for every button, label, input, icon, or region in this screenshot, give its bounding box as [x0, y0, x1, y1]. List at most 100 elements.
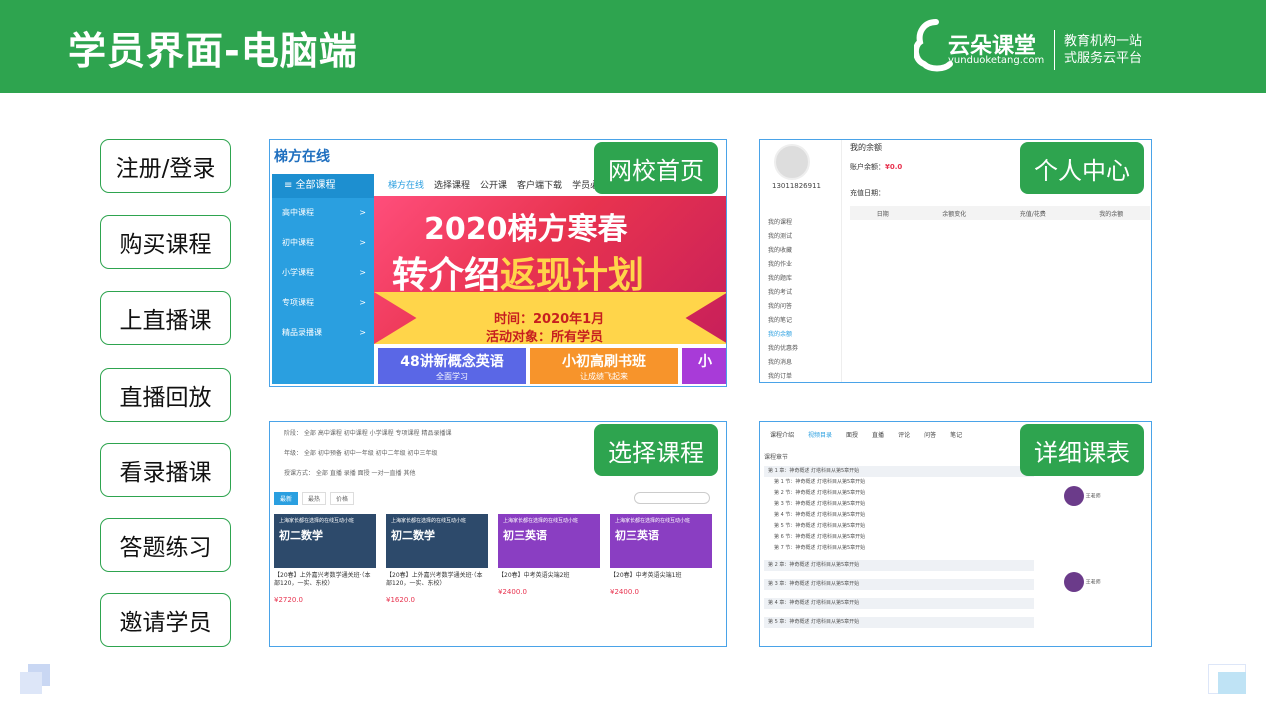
search-input[interactable]	[634, 492, 710, 504]
header-bar: 学员界面-电脑端 云朵课堂 yunduoketang.com 教育机构一站 式服…	[0, 0, 1266, 93]
schedule-tab[interactable]: 笔记	[950, 430, 962, 439]
menu-item[interactable]: 我的问答	[768, 300, 798, 314]
select-screenshot: 阶段： 全部 高中课程 初中课程 小学课程 专项课程 精品录播课 年级： 全部 …	[269, 421, 727, 647]
lesson-row[interactable]: 第 2 节：神奇概述 灯塔科目从第5章开始	[764, 488, 1034, 499]
tag-home: 网校首页	[594, 142, 718, 194]
nav-register-login[interactable]: 注册/登录	[100, 139, 231, 193]
menu-item[interactable]: 我的收藏	[768, 244, 798, 258]
tag-personal: 个人中心	[1020, 142, 1144, 194]
user-phone: 13011826911	[772, 182, 821, 190]
top-nav-item[interactable]: 选择课程	[434, 178, 470, 191]
top-nav-item[interactable]: 客户端下载	[517, 178, 562, 191]
promo-card[interactable]: 48讲新概念英语 全面学习	[378, 348, 526, 384]
lesson-row[interactable]: 第 7 节：神奇概述 灯塔科目从第5章开始	[764, 543, 1034, 554]
filter-mode[interactable]: 授课方式： 全部 直播 录播 面授 一对一直播 其他	[284, 468, 415, 477]
chapter-row[interactable]: 第 4 章：神奇概述 灯塔科目从第5章开始	[764, 598, 1034, 609]
sort-tab[interactable]: 价格	[330, 492, 355, 505]
home-banner[interactable]: 2020梯方寒春 转介绍返现计划 时间：2020年1月 活动对象：所有学员	[374, 196, 726, 345]
brand-slogan: 教育机构一站 式服务云平台	[1064, 34, 1143, 66]
schedule-tab[interactable]: 评论	[898, 430, 910, 439]
promo-card[interactable]: 小	[682, 348, 726, 384]
schedule-tab[interactable]: 直播	[872, 430, 884, 439]
teacher-card: 王老师	[1064, 572, 1150, 592]
course-card[interactable]: 上海家长都在选择的在线互动小班 初三英语 【20春】中考英语尖端1班 ¥2400.0	[610, 514, 712, 614]
top-nav-item[interactable]: 梯方在线	[388, 178, 424, 191]
corner-decoration-icon	[20, 664, 50, 694]
sidebar-item-primary[interactable]: 小学课程	[272, 258, 374, 288]
course-card[interactable]: 上海家长都在选择的在线互动小班 初三英语 【20春】中考英语尖端2班 ¥2400.0	[498, 514, 600, 614]
sort-tabs: 最新 最热 价格	[274, 492, 355, 505]
sidebar-item-middle[interactable]: 初中课程	[272, 228, 374, 258]
chapter-row[interactable]: 第 5 章：神奇概述 灯塔科目从第5章开始	[764, 617, 1034, 628]
menu-item[interactable]: 我的作业	[768, 258, 798, 272]
brand-logo: 云朵课堂 yunduoketang.com 教育机构一站 式服务云平台	[914, 14, 1154, 76]
tag-schedule: 详细课表	[1020, 424, 1144, 476]
home-sidebar-head[interactable]: ≡ 全部课程	[272, 174, 374, 198]
corner-decoration-icon	[1208, 664, 1246, 694]
personal-screenshot: 13011826911 我的课程 我的测试 我的收藏 我的作业 我的题库 我的考…	[759, 139, 1152, 383]
brand-url: yunduoketang.com	[948, 55, 1045, 66]
avatar	[774, 144, 810, 180]
menu-item-active[interactable]: 我的余额	[768, 328, 798, 342]
lesson-row[interactable]: 第 5 节：神奇概述 灯塔科目从第5章开始	[764, 521, 1034, 532]
sidebar-item-special[interactable]: 专项课程	[272, 288, 374, 318]
menu-item[interactable]: 我的消息	[768, 356, 798, 370]
nav-recorded-class[interactable]: 看录播课	[100, 443, 231, 497]
schedule-tab[interactable]: 问答	[924, 430, 936, 439]
home-logo: 梯方在线	[274, 149, 330, 165]
personal-menu: 我的课程 我的测试 我的收藏 我的作业 我的题库 我的考试 我的问答 我的笔记 …	[768, 216, 798, 382]
schedule-tab-active[interactable]: 视频目录	[808, 430, 832, 439]
home-screenshot: 梯方在线 ≡ 全部课程 高中课程 初中课程 小学课程 专项课程 精品录播课 梯方…	[269, 139, 727, 387]
home-sidebar: ≡ 全部课程 高中课程 初中课程 小学课程 专项课程 精品录播课	[272, 174, 374, 384]
schedule-tab[interactable]: 课程介绍	[770, 430, 794, 439]
balance-table-header: 日期 余额变化 充值/花费 我的余额	[850, 206, 1150, 220]
nav-buy-course[interactable]: 购买课程	[100, 215, 231, 269]
banner-target: 活动对象：所有学员	[486, 330, 604, 345]
chapter-row[interactable]: 第 2 章：神奇概述 灯塔科目从第5章开始	[764, 560, 1034, 571]
sort-tab[interactable]: 最热	[302, 492, 327, 505]
chapter-list: 第 1 章：神奇概述 灯塔科目从第5章开始 第 1 节：神奇概述 灯塔科目从第5…	[764, 466, 1034, 628]
chapter-row[interactable]: 第 1 章：神奇概述 灯塔科目从第5章开始	[764, 466, 1034, 477]
teacher-avatar	[1064, 486, 1084, 506]
filter-stage[interactable]: 阶段： 全部 高中课程 初中课程 小学课程 专项课程 精品录播课	[284, 428, 451, 437]
schedule-screenshot: 课程介绍 视频目录 面授 直播 评论 问答 笔记 课程章节 第 1 章：神奇概述…	[759, 421, 1152, 647]
lesson-row[interactable]: 第 3 节：神奇概述 灯塔科目从第5章开始	[764, 499, 1034, 510]
lesson-row[interactable]: 第 1 节：神奇概述 灯塔科目从第5章开始	[764, 477, 1034, 488]
sidebar-item-high[interactable]: 高中课程	[272, 198, 374, 228]
sort-tab[interactable]: 最新	[274, 492, 299, 505]
course-card[interactable]: 上海家长都在选择的在线互动小班 初二数学 【20春】上外嘉兴考数学通关班·（本部1…	[386, 514, 488, 614]
menu-item[interactable]: 我的考试	[768, 286, 798, 300]
nav-invite-students[interactable]: 邀请学员	[100, 593, 231, 647]
chapter-row[interactable]: 第 3 章：神奇概述 灯塔科目从第5章开始	[764, 579, 1034, 590]
sidebar-item-recorded[interactable]: 精品录播课	[272, 318, 374, 348]
lesson-row[interactable]: 第 6 节：神奇概述 灯塔科目从第5章开始	[764, 532, 1034, 543]
promo-card[interactable]: 小初高刷书班 让成绩飞起来	[530, 348, 678, 384]
lesson-row[interactable]: 第 4 节：神奇概述 灯塔科目从第5章开始	[764, 510, 1034, 521]
menu-item[interactable]: 我的笔记	[768, 314, 798, 328]
teacher-avatar	[1064, 572, 1084, 592]
recharge-date-label: 充值日期：	[850, 189, 885, 197]
brand-divider	[1054, 30, 1055, 70]
menu-item[interactable]: 我的订单	[768, 370, 798, 382]
banner-line1: 2020梯方寒春	[424, 212, 628, 247]
schedule-tabs: 课程介绍 视频目录 面授 直播 评论 问答 笔记	[770, 430, 962, 439]
nav-live-class[interactable]: 上直播课	[100, 291, 231, 345]
balance-line: 账户余额：¥0.0	[850, 163, 903, 171]
nav-quiz-practice[interactable]: 答题练习	[100, 518, 231, 572]
tag-select: 选择课程	[594, 424, 718, 476]
menu-item[interactable]: 我的优惠券	[768, 342, 798, 356]
banner-line2: 转介绍返现计划	[392, 255, 645, 296]
course-card[interactable]: 上海家长都在选择的在线互动小班 初二数学 【20春】上外嘉兴考数学通关班·（本部1…	[274, 514, 376, 614]
section-title: 课程章节	[764, 454, 789, 461]
balance-heading: 我的余额	[850, 143, 882, 152]
nav-live-replay[interactable]: 直播回放	[100, 368, 231, 422]
personal-sidebar: 13011826911 我的课程 我的测试 我的收藏 我的作业 我的题库 我的考…	[760, 140, 842, 382]
menu-item[interactable]: 我的题库	[768, 272, 798, 286]
menu-item[interactable]: 我的测试	[768, 230, 798, 244]
filter-grade[interactable]: 年级： 全部 初中预备 初中一年级 初中二年级 初中三年级	[284, 448, 438, 457]
schedule-tab[interactable]: 面授	[846, 430, 858, 439]
top-nav-item[interactable]: 公开课	[480, 178, 507, 191]
page-title: 学员界面-电脑端	[68, 29, 358, 73]
teacher-card: 王老师	[1064, 486, 1150, 506]
menu-item[interactable]: 我的课程	[768, 216, 798, 230]
